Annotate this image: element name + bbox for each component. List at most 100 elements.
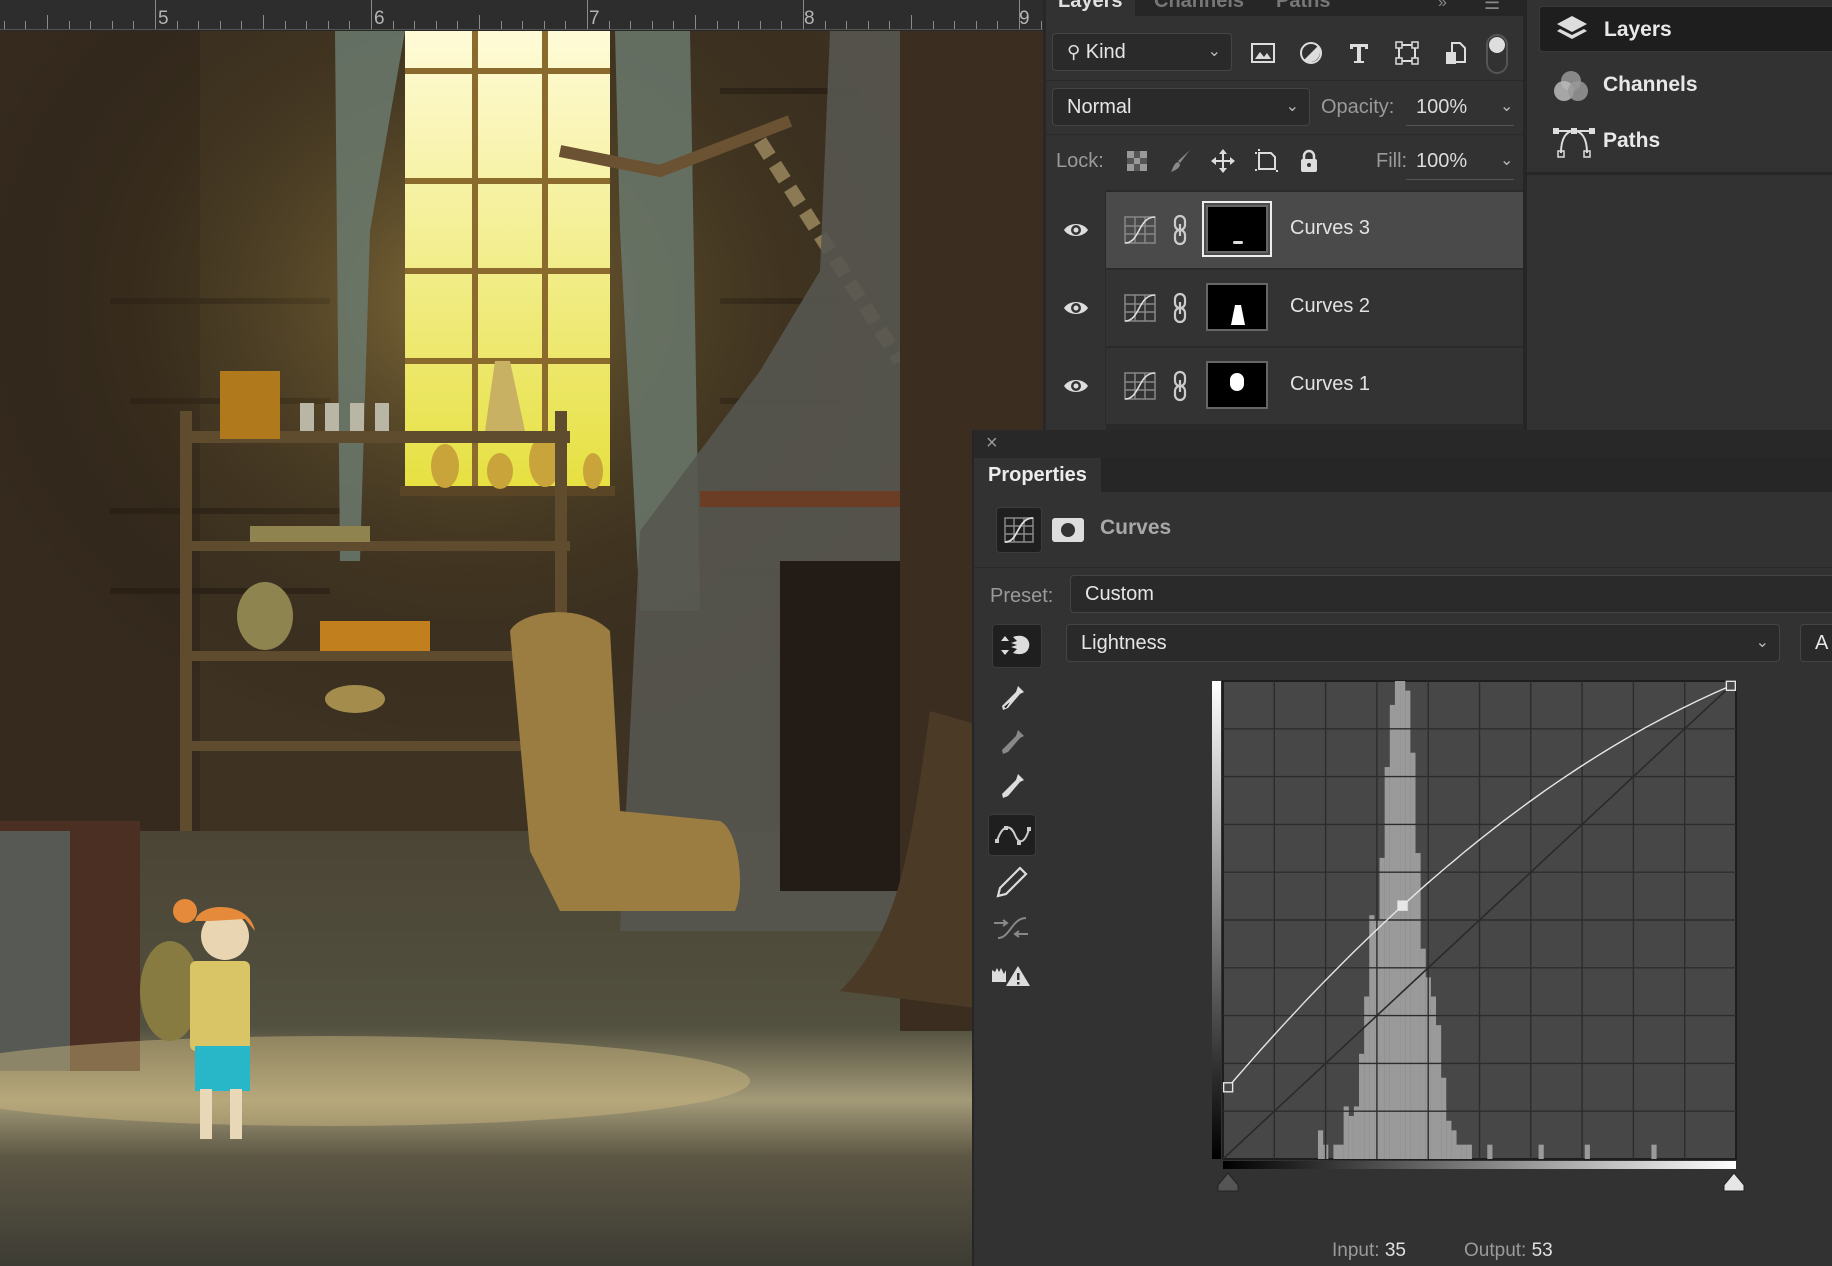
output-gradient-bar	[1212, 681, 1221, 1159]
ruler-tick	[976, 21, 977, 29]
fill-chevron-icon[interactable]: ⌄	[1500, 150, 1513, 170]
panel-menu-icon[interactable]: ☰	[1484, 0, 1500, 14]
paths-icon	[1553, 128, 1595, 158]
ruler-tick	[846, 21, 847, 29]
document-canvas[interactable]	[0, 31, 1043, 1266]
histogram-bar	[1410, 752, 1416, 1159]
output-value[interactable]: 53	[1532, 1240, 1553, 1261]
panel-dock: Layers Channels Paths	[1523, 0, 1832, 430]
opacity-chevron-icon[interactable]: ⌄	[1500, 96, 1513, 116]
auto-button[interactable]: A	[1800, 624, 1832, 662]
input-value[interactable]: 35	[1385, 1240, 1406, 1261]
curves-adjustment-button[interactable]	[996, 507, 1042, 553]
ruler-tick	[781, 21, 782, 29]
adjustment-filter-icon[interactable]	[1298, 40, 1324, 66]
histogram-bar	[1456, 1144, 1462, 1159]
blend-mode-dropdown[interactable]: Normal ⌄	[1052, 88, 1310, 126]
tab-channels[interactable]: Channels	[1154, 0, 1244, 13]
sample-white-point-button[interactable]	[988, 768, 1036, 810]
histogram-bar	[1405, 690, 1411, 1159]
ruler-tick	[133, 21, 134, 29]
layers-panel-tabs: Layers Channels Paths » ☰	[1046, 0, 1523, 16]
layer-name[interactable]: Curves 3	[1290, 217, 1370, 240]
ruler-label: 7	[589, 8, 600, 29]
smooth-curve-button[interactable]	[988, 908, 1036, 950]
link-icon[interactable]	[1172, 214, 1188, 246]
clipping-warning-button[interactable]	[988, 954, 1036, 996]
lock-paint-icon[interactable]	[1168, 148, 1194, 174]
preset-value: Custom	[1085, 583, 1154, 605]
ruler-tick	[911, 15, 912, 29]
ruler-tick	[414, 21, 415, 29]
layer-name[interactable]: Curves 1	[1290, 373, 1370, 396]
shape-filter-icon[interactable]	[1394, 40, 1420, 66]
adjustment-header: Curves	[974, 492, 1832, 568]
black-point-slider[interactable]	[1217, 1172, 1239, 1192]
smart-object-filter-icon[interactable]	[1442, 40, 1468, 66]
layers-icon	[1557, 16, 1587, 39]
histogram-bar	[1651, 1144, 1657, 1159]
histogram-bar	[1338, 1144, 1344, 1159]
curves-graph[interactable]	[1202, 670, 1762, 1210]
chevron-down-icon: ⌄	[1285, 98, 1299, 115]
layer-mask-thumbnail[interactable]	[1202, 201, 1272, 257]
visibility-toggle[interactable]	[1046, 192, 1106, 269]
curve-control-point[interactable]	[1725, 680, 1737, 691]
properties-panel: × Properties Curves Preset: Custom Light…	[972, 430, 1832, 1266]
draw-pencil-button[interactable]	[988, 862, 1036, 904]
close-icon[interactable]: ×	[986, 432, 998, 455]
dock-item-paths[interactable]: Paths	[1539, 118, 1832, 164]
opacity-value[interactable]: 100%	[1416, 96, 1467, 119]
lock-position-icon[interactable]	[1210, 148, 1236, 174]
targeted-adjustment-icon	[1001, 635, 1030, 655]
layer-mask-thumbnail[interactable]	[1206, 283, 1268, 331]
link-icon[interactable]	[1172, 370, 1188, 402]
dock-item-channels[interactable]: Channels	[1539, 62, 1832, 108]
ruler-tick	[630, 21, 631, 29]
tab-properties[interactable]: Properties	[974, 458, 1101, 492]
tab-paths[interactable]: Paths	[1276, 0, 1330, 13]
histogram-bar	[1353, 1106, 1360, 1159]
image-filter-icon[interactable]	[1250, 40, 1276, 66]
layer-row[interactable]: Curves 3	[1046, 192, 1539, 269]
curves-layer-icon	[1124, 294, 1156, 322]
on-image-adjust-button[interactable]	[992, 624, 1042, 668]
layer-name[interactable]: Curves 2	[1290, 295, 1370, 318]
histogram-bar	[1420, 948, 1426, 1159]
sample-black-point-button[interactable]	[988, 680, 1036, 722]
ruler-tick	[652, 21, 653, 29]
fill-value[interactable]: 100%	[1416, 150, 1467, 173]
type-filter-icon[interactable]	[1346, 40, 1372, 66]
properties-titlebar[interactable]: ×	[974, 430, 1832, 458]
lock-transparent-icon[interactable]	[1124, 148, 1150, 174]
edit-points-button[interactable]	[988, 814, 1036, 856]
histogram-bar	[1317, 1130, 1324, 1159]
histogram-bar	[1364, 996, 1370, 1159]
filter-toggle[interactable]	[1486, 34, 1508, 74]
lock-all-icon[interactable]	[1296, 148, 1322, 174]
layer-row[interactable]: Curves 1	[1046, 348, 1539, 425]
curve-control-point[interactable]	[1222, 1082, 1234, 1093]
ruler-tick	[609, 21, 610, 29]
ruler-tick	[349, 21, 350, 29]
white-point-slider[interactable]	[1723, 1172, 1745, 1192]
link-icon[interactable]	[1172, 292, 1188, 324]
visibility-toggle[interactable]	[1046, 348, 1106, 425]
mask-button[interactable]	[1052, 518, 1084, 542]
collapse-panels-icon[interactable]: »	[1438, 0, 1447, 12]
curve-control-point[interactable]	[1397, 900, 1408, 911]
histogram-bar	[1435, 1025, 1442, 1159]
layer-row[interactable]: Curves 2	[1046, 270, 1539, 347]
channel-dropdown[interactable]: Lightness ⌄	[1066, 624, 1780, 662]
sample-gray-point-button[interactable]	[988, 724, 1036, 766]
layer-mask-thumbnail[interactable]	[1206, 361, 1268, 409]
lock-artboard-icon[interactable]	[1254, 148, 1280, 174]
ruler-tick	[220, 21, 221, 29]
horizontal-ruler[interactable]: 5 6 7 8 9	[0, 0, 1043, 30]
preset-dropdown[interactable]: Custom	[1070, 575, 1832, 613]
ruler-tick	[479, 15, 480, 29]
tab-layers[interactable]: Layers	[1046, 0, 1135, 16]
layer-filter-dropdown[interactable]: ⚲ Kind ⌄	[1052, 33, 1232, 71]
visibility-toggle[interactable]	[1046, 270, 1106, 347]
dock-item-layers[interactable]: Layers	[1539, 6, 1832, 52]
